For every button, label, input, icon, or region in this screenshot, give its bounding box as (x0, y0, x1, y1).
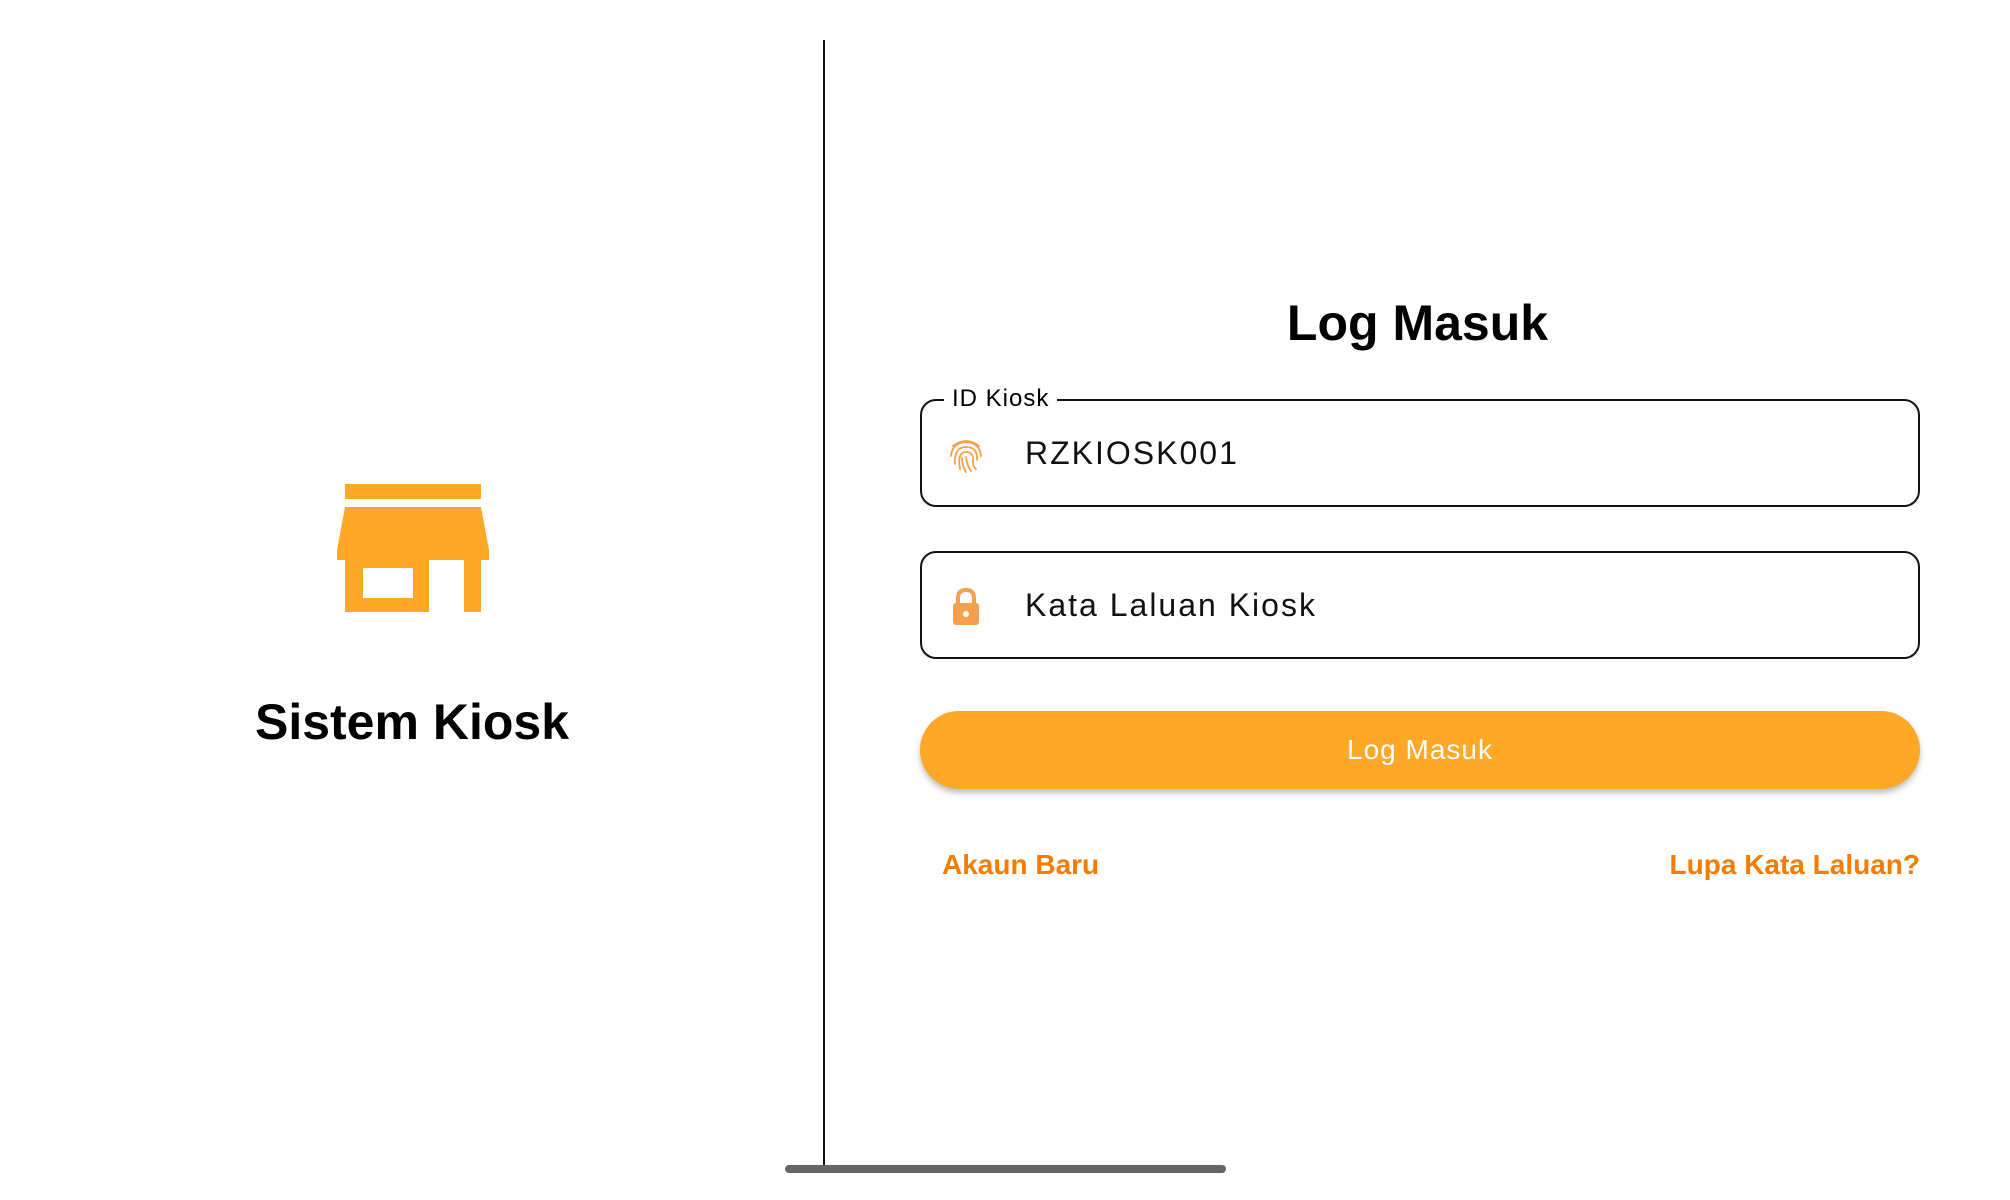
home-indicator[interactable] (785, 1165, 1226, 1173)
login-button[interactable]: Log Masuk (920, 711, 1920, 789)
password-placeholder: Kata Laluan Kiosk (1025, 587, 1317, 623)
new-account-link[interactable]: Akaun Baru (942, 847, 1099, 883)
branding-panel: Sistem Kiosk (0, 0, 824, 1200)
lock-icon (953, 587, 979, 625)
password-field[interactable]: Kata Laluan Kiosk (920, 551, 1920, 659)
fingerprint-icon (950, 440, 982, 473)
login-panel: Log Masuk ID Kiosk RZKIOSK001 Kata Lalua… (825, 0, 2010, 1200)
store-icon (337, 484, 489, 612)
forgot-password-link[interactable]: Lupa Kata Laluan? (1670, 847, 1920, 883)
kiosk-id-label: ID Kiosk (944, 384, 1058, 414)
app-name: Sistem Kiosk (254, 694, 569, 750)
kiosk-id-field[interactable]: ID Kiosk RZKIOSK001 (920, 384, 1920, 507)
login-title: Log Masuk (1286, 295, 1549, 351)
kiosk-id-value: RZKIOSK001 (1025, 435, 1239, 471)
